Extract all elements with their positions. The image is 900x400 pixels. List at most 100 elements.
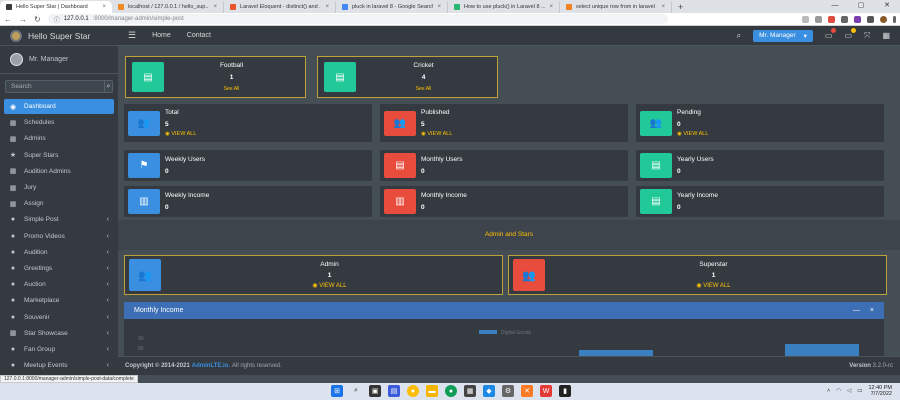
- collapse-icon[interactable]: —: [853, 307, 860, 314]
- sidebar-item-greetings[interactable]: ● Greetings ‹: [4, 261, 114, 276]
- chevron-up-icon[interactable]: ˄: [827, 388, 830, 394]
- sidebar-item-admins[interactable]: ▦ Admins: [4, 131, 114, 146]
- sidebar-item-meetup-events[interactable]: ● Meetup Events ‹: [4, 358, 114, 373]
- grid-icon[interactable]: ▦: [882, 31, 890, 40]
- sidebar-item-star-showcase[interactable]: ▦ Star Showcase ‹: [4, 326, 114, 341]
- share-icon[interactable]: [802, 15, 809, 23]
- puzzle-icon[interactable]: [867, 15, 874, 23]
- sidebar-item-super-stars[interactable]: ★ Super Stars: [4, 148, 114, 163]
- caret-down-icon: ▾: [803, 32, 807, 40]
- sidebar-item-assign[interactable]: ▦ Assign: [4, 196, 114, 211]
- view-all-link[interactable]: ◉ VIEW ALL: [421, 131, 452, 137]
- close-tab-icon[interactable]: ×: [325, 4, 329, 10]
- y-tick-label: 90: [138, 336, 144, 342]
- close-tab-icon[interactable]: ×: [549, 4, 553, 10]
- xampp-icon[interactable]: ✕: [521, 385, 533, 397]
- expand-icon[interactable]: ⤧: [864, 31, 870, 41]
- battery-icon[interactable]: ▭: [857, 388, 862, 394]
- sidebar-item-promo-videos[interactable]: ● Promo Videos ‹: [4, 229, 114, 244]
- close-icon[interactable]: ×: [870, 307, 874, 314]
- windows-start-icon[interactable]: ⊞: [331, 385, 343, 397]
- browser-tab[interactable]: pluck in laravel 8 - Google Search ×: [336, 1, 448, 13]
- terminal-icon[interactable]: ▮: [559, 385, 571, 397]
- window-controls: — ▢ ✕: [822, 0, 900, 13]
- widgets-icon[interactable]: ▤: [388, 385, 400, 397]
- browser-tab[interactable]: Hello Super Star | Dashboard ×: [0, 1, 112, 13]
- sport-box-cricket[interactable]: ▤ Cricket 4 See All: [317, 56, 498, 98]
- info-box-content: Weekly Income 0: [165, 192, 209, 211]
- close-tab-icon[interactable]: ×: [213, 4, 217, 10]
- sidebar-item-jury[interactable]: ▦ Jury: [4, 180, 114, 195]
- vscode-icon[interactable]: ◆: [483, 385, 495, 397]
- close-tab-icon[interactable]: ×: [102, 4, 106, 10]
- view-all-link[interactable]: ◉ VIEW ALL: [677, 131, 708, 137]
- chrome-icon[interactable]: ●: [407, 385, 419, 397]
- sidebar-item-schedules[interactable]: ▦ Schedules: [4, 115, 114, 130]
- extension-icon[interactable]: [828, 15, 835, 23]
- search-input[interactable]: [5, 80, 104, 93]
- tab-title: localhost / 127.0.0.1 / hello_sup...: [128, 4, 210, 10]
- search-icon[interactable]: ⌕: [350, 385, 362, 397]
- sidebar-item-marketplace[interactable]: ● Marketplace ‹: [4, 293, 114, 308]
- wifi-icon[interactable]: ◠: [836, 388, 841, 394]
- close-tab-icon[interactable]: ×: [661, 4, 665, 10]
- nav-contact[interactable]: Contact: [187, 32, 211, 39]
- see-all-link[interactable]: See All: [356, 86, 491, 92]
- settings-icon[interactable]: ⚙: [502, 385, 514, 397]
- taskbar-apps: ⊞ ⌕ ▣ ▤ ● ▬ ● ▦ ◆ ⚙ ✕ W ▮: [331, 385, 571, 397]
- star-bookmark-icon[interactable]: [815, 15, 822, 23]
- profile-avatar[interactable]: [880, 15, 887, 23]
- browser-tab[interactable]: How to use pluck() in Laravel 8 ... ×: [448, 1, 560, 13]
- new-tab-button[interactable]: +: [672, 1, 689, 13]
- messages-icon[interactable]: ▭: [825, 28, 837, 40]
- notifications-icon[interactable]: ▭: [844, 28, 857, 40]
- view-all-link[interactable]: ◉ VIEW ALL: [545, 282, 882, 289]
- nav-home[interactable]: Home: [152, 32, 171, 39]
- adminlte-link[interactable]: AdminLTE.io.: [192, 363, 230, 369]
- edge-icon[interactable]: ●: [445, 385, 457, 397]
- wps-icon[interactable]: W: [540, 385, 552, 397]
- view-all-link[interactable]: ◉ VIEW ALL: [165, 131, 196, 137]
- minimize-button[interactable]: —: [822, 0, 848, 13]
- clock[interactable]: 12:40 PM 7/7/2022: [868, 385, 892, 397]
- sidebar-item-audition-admins[interactable]: ▦ Audition Admins: [4, 164, 114, 179]
- back-icon[interactable]: ←: [4, 15, 12, 24]
- menu-dots-icon[interactable]: [893, 15, 896, 23]
- view-all-label: VIEW ALL: [171, 131, 197, 137]
- hamburger-icon[interactable]: ☰: [128, 30, 136, 41]
- sidebar-item-souvenir[interactable]: ● Souvenir ‹: [4, 309, 114, 324]
- sidebar-item-simple-post[interactable]: ● Simple Post ‹: [4, 212, 114, 227]
- brand[interactable]: Hello Super Star: [0, 26, 118, 46]
- tab-title: select unique row from in laravel ...: [576, 4, 658, 10]
- forward-icon[interactable]: →: [19, 15, 27, 24]
- see-all-link[interactable]: See All: [164, 86, 299, 92]
- extension-icon[interactable]: [854, 15, 861, 23]
- extension-icon[interactable]: [841, 15, 848, 23]
- url-field[interactable]: ⓘ 127.0.0.1:8000/manager-admin/simple-po…: [47, 14, 668, 24]
- sport-box-football[interactable]: ▤ Football 1 See All: [125, 56, 306, 98]
- store-icon[interactable]: ▦: [464, 385, 476, 397]
- url-host: 127.0.0.1: [63, 16, 89, 22]
- volume-icon[interactable]: ◁: [847, 388, 851, 394]
- browser-tab[interactable]: select unique row from in laravel ... ×: [560, 1, 672, 13]
- sidebar-item-dashboard[interactable]: ◉ Dashboard: [4, 99, 114, 115]
- reload-icon[interactable]: ↻: [34, 15, 41, 24]
- search-icon[interactable]: ⌕: [737, 31, 741, 41]
- browser-tab[interactable]: localhost / 127.0.0.1 / hello_sup... ×: [112, 1, 224, 13]
- maximize-button[interactable]: ▢: [848, 0, 874, 13]
- view-all-link[interactable]: ◉ VIEW ALL: [161, 282, 498, 289]
- task-view-icon[interactable]: ▣: [369, 385, 381, 397]
- close-tab-icon[interactable]: ×: [437, 4, 441, 10]
- table-icon: ▦: [9, 330, 17, 338]
- sidebar-item-fan-group[interactable]: ● Fan Group ‹: [4, 342, 114, 357]
- palette-icon: ●: [10, 297, 16, 305]
- browser-tab[interactable]: Laravel Eloquent - distinct() and ... ×: [224, 1, 336, 13]
- sidebar-item-auction[interactable]: ● Auction ‹: [4, 277, 114, 292]
- search-icon[interactable]: ⌕: [104, 80, 113, 93]
- manager-dropdown-button[interactable]: Mr. Manager ▾: [753, 29, 813, 42]
- user-panel[interactable]: Mr. Manager: [0, 46, 118, 74]
- chevron-left-icon: ‹: [106, 216, 109, 224]
- sidebar-item-audition[interactable]: ● Audition ‹: [4, 245, 114, 260]
- close-window-button[interactable]: ✕: [874, 0, 900, 13]
- file-explorer-icon[interactable]: ▬: [426, 385, 438, 397]
